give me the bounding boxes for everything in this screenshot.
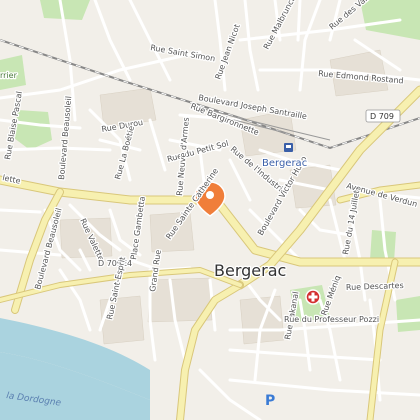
hospital-icon[interactable]: [305, 289, 321, 305]
parking-icon[interactable]: P: [265, 393, 275, 409]
station-label: Bergerac: [262, 158, 307, 169]
street-label-d709e4: D 709E4: [98, 259, 132, 268]
d709-label: D 709: [370, 112, 394, 121]
train-station-icon[interactable]: [284, 143, 293, 152]
map-canvas[interactable]: P D 709 Rue Saint Simon Rue Jean Nicot R…: [0, 0, 420, 420]
map-view[interactable]: P D 709 Rue Saint Simon Rue Jean Nicot R…: [0, 0, 420, 420]
city-label: Bergerac: [214, 261, 286, 280]
street-label-rue-du-professeur-pozzi: Rue du Professeur Pozzi: [284, 315, 379, 324]
d709-shield: D 709: [365, 109, 401, 123]
place-label-partial: rrier: [0, 71, 18, 80]
